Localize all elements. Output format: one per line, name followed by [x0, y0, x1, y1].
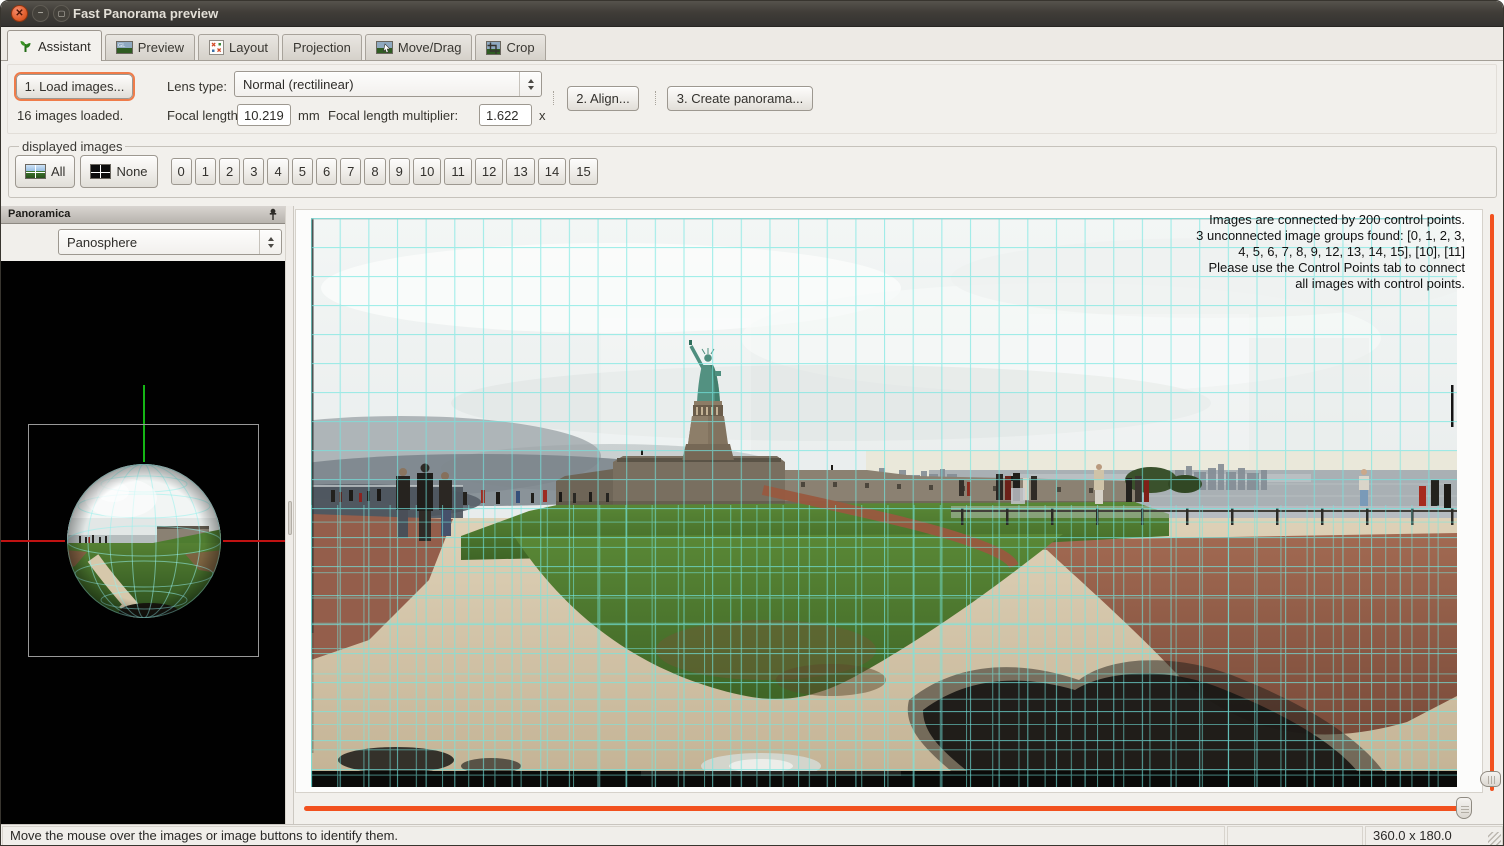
displayed-images-legend: displayed images	[19, 139, 125, 154]
tab-label: Preview	[138, 40, 184, 55]
image-button-14[interactable]: 14	[538, 158, 566, 185]
image-button-5[interactable]: 5	[292, 158, 313, 185]
panorama-preview-image[interactable]	[311, 218, 1457, 787]
tab-label: Move/Drag	[398, 40, 462, 55]
tab-layout[interactable]: Layout	[198, 34, 279, 60]
focal-multiplier-unit: x	[539, 108, 546, 123]
image-button-9[interactable]: 9	[389, 158, 410, 185]
titlebar[interactable]: ✕ − ▢ Fast Panorama preview	[1, 1, 1503, 27]
window-title: Fast Panorama preview	[73, 6, 218, 21]
grid-overlay-dense	[311, 505, 1457, 787]
svg-text:GL: GL	[118, 43, 125, 49]
resize-grip[interactable]	[1488, 832, 1501, 845]
vertical-slider-handle[interactable]	[1480, 771, 1501, 787]
status-bar: Move the mouse over the images or image …	[1, 824, 1503, 846]
status-dimensions: 360.0 x 180.0	[1365, 826, 1503, 846]
move-drag-icon	[376, 41, 393, 54]
vertical-slider-track[interactable]	[1490, 214, 1494, 791]
focal-length-label: Focal length:	[167, 108, 241, 123]
image-button-1[interactable]: 1	[195, 158, 216, 185]
panosphere-globe	[65, 462, 223, 620]
tab-label: Assistant	[38, 39, 91, 54]
image-button-6[interactable]: 6	[316, 158, 337, 185]
tab-label: Layout	[229, 40, 268, 55]
panel-title: Panoramica	[8, 208, 70, 220]
tab-crop[interactable]: Crop	[475, 34, 545, 60]
load-images-button[interactable]: 1. Load images...	[16, 74, 133, 99]
focal-length-unit: mm	[298, 108, 320, 123]
preview-icon: GL	[116, 41, 133, 54]
image-button-7[interactable]: 7	[340, 158, 361, 185]
displayed-images-group: displayed images All None 01234567891011…	[8, 139, 1497, 198]
all-images-icon	[25, 164, 46, 179]
spinner-arrows-icon	[519, 72, 541, 96]
image-button-13[interactable]: 13	[506, 158, 534, 185]
sphere-equator-line	[1, 540, 65, 542]
images-loaded-text: 16 images loaded.	[17, 108, 123, 123]
image-button-12[interactable]: 12	[475, 158, 503, 185]
maximize-button[interactable]: ▢	[53, 5, 70, 22]
image-button-11[interactable]: 11	[444, 158, 472, 185]
splitter-grip[interactable]	[288, 501, 292, 535]
show-all-button[interactable]: All	[15, 155, 75, 188]
lens-type-label: Lens type:	[167, 79, 227, 94]
show-none-button[interactable]: None	[80, 155, 157, 188]
focal-length-input[interactable]	[237, 104, 291, 126]
pane-splitter[interactable]	[285, 206, 294, 824]
tab-move-drag[interactable]: Move/Drag	[365, 34, 473, 60]
tab-label: Projection	[293, 40, 351, 55]
tab-bar: Assistant GL Preview Layout Projection M…	[1, 27, 1503, 61]
image-button-2[interactable]: 2	[219, 158, 240, 185]
close-button[interactable]: ✕	[11, 5, 28, 22]
focal-multiplier-label: Focal length multiplier:	[328, 108, 458, 123]
image-button-4[interactable]: 4	[267, 158, 288, 185]
image-button-15[interactable]: 15	[569, 158, 597, 185]
tab-assistant[interactable]: Assistant	[7, 30, 102, 61]
tab-preview[interactable]: GL Preview	[105, 34, 195, 60]
image-button-3[interactable]: 3	[243, 158, 264, 185]
mode-select[interactable]: Panosphere	[58, 229, 282, 255]
mode-value: Panosphere	[67, 235, 137, 250]
lens-type-value: Normal (rectilinear)	[243, 77, 354, 92]
pin-icon[interactable]	[266, 208, 280, 222]
status-cell-empty	[1227, 826, 1363, 846]
status-message: Move the mouse over the images or image …	[2, 826, 1225, 846]
image-button-8[interactable]: 8	[364, 158, 385, 185]
align-button[interactable]: 2. Align...	[567, 86, 639, 111]
sphere-equator-line	[223, 540, 285, 542]
panoramica-panel-header[interactable]: Panoramica	[1, 206, 285, 224]
lens-type-select[interactable]: Normal (rectilinear)	[234, 71, 542, 97]
layout-icon	[209, 40, 224, 55]
tab-label: Crop	[506, 40, 534, 55]
assistant-icon	[18, 39, 33, 54]
control-points-notice: Images are connected by 200 control poin…	[995, 212, 1465, 292]
horizontal-slider-track[interactable]	[304, 806, 1472, 811]
application-window: ✕ − ▢ Fast Panorama preview Assistant GL…	[0, 0, 1504, 846]
focal-multiplier-input[interactable]	[479, 104, 532, 126]
minimize-button[interactable]: −	[32, 5, 49, 22]
spinner-arrows-icon	[259, 230, 281, 254]
create-panorama-button[interactable]: 3. Create panorama...	[667, 86, 813, 111]
no-images-icon	[90, 164, 111, 179]
image-button-0[interactable]: 0	[171, 158, 192, 185]
toolbar-separator	[553, 91, 554, 105]
panosphere-3d-view[interactable]	[1, 261, 285, 824]
image-button-10[interactable]: 10	[413, 158, 441, 185]
tab-projection[interactable]: Projection	[282, 34, 362, 60]
image-number-buttons: 0123456789101112131415	[171, 158, 598, 185]
horizontal-slider-handle[interactable]	[1456, 797, 1472, 819]
crop-icon	[486, 41, 501, 55]
toolbar-separator	[655, 91, 656, 105]
